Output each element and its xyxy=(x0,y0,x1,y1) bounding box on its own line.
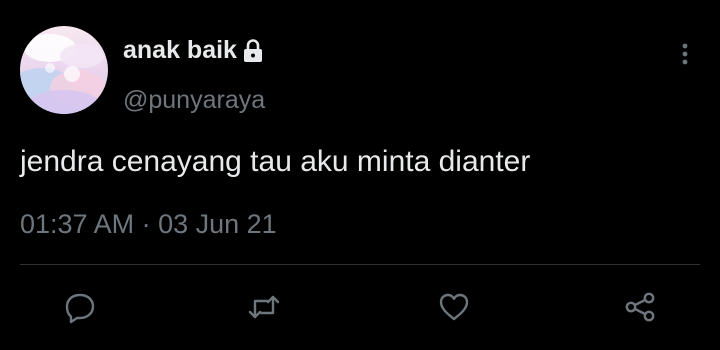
tweet-text: jendra cenayang tau aku minta dianter xyxy=(20,145,531,178)
avatar-image xyxy=(20,26,108,114)
divider xyxy=(20,264,700,265)
more-vertical-icon[interactable] xyxy=(676,40,694,68)
lock-icon xyxy=(242,38,264,64)
like-button[interactable] xyxy=(437,290,471,324)
user-handle[interactable]: @punyaraya xyxy=(123,86,265,115)
display-name-text: anak baik xyxy=(123,36,237,64)
reply-button[interactable] xyxy=(63,290,97,324)
retweet-icon xyxy=(248,295,280,319)
retweet-button[interactable] xyxy=(247,290,281,324)
share-icon xyxy=(625,292,655,322)
tweet-timestamp: 01:37 AM · 03 Jun 21 xyxy=(20,209,277,240)
display-name[interactable]: anak baik xyxy=(123,36,264,65)
avatar[interactable] xyxy=(20,26,108,114)
reply-icon xyxy=(65,293,95,324)
tweet-card: anak baik @punyaraya jendra cenayang tau… xyxy=(0,0,720,350)
meta-separator: · xyxy=(134,209,159,239)
heart-icon xyxy=(439,293,469,321)
tweet-date[interactable]: 03 Jun 21 xyxy=(158,209,277,239)
share-button[interactable] xyxy=(623,290,657,324)
tweet-time[interactable]: 01:37 AM xyxy=(20,209,134,239)
